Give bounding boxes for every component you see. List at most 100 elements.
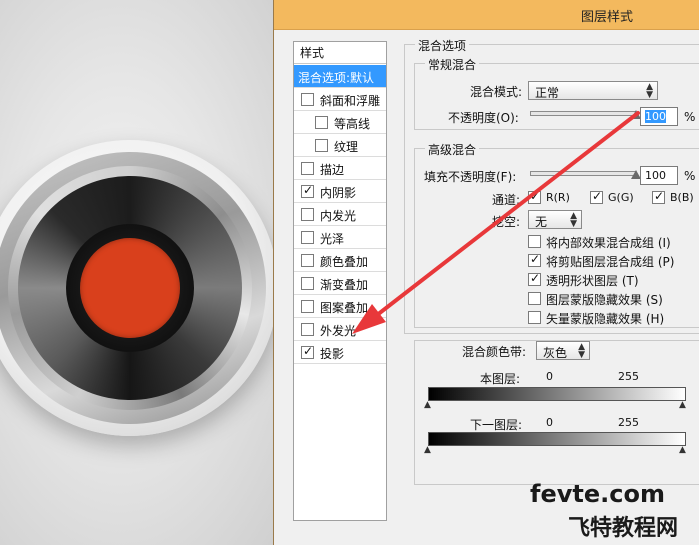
style-item-label: 纹理: [334, 140, 359, 154]
this-layer-min: 0: [546, 370, 553, 383]
layer-mask-hides-effects-checkbox[interactable]: [528, 292, 541, 305]
style-item-label: 图案叠加: [320, 301, 369, 315]
stroke-checkbox[interactable]: [301, 162, 314, 175]
watermark-url: fevte.com: [530, 480, 665, 508]
transparency-shapes-layer-checkbox[interactable]: [528, 271, 541, 286]
blend-interior-effects-checkbox[interactable]: [528, 235, 541, 248]
styles-header[interactable]: 样式: [294, 42, 386, 64]
inner-glow-checkbox[interactable]: [301, 208, 314, 221]
pattern-overlay-checkbox[interactable]: [301, 300, 314, 313]
watermark-site-name: 飞特教程网: [568, 516, 679, 541]
updown-arrow-icon: ▲ ▼: [570, 211, 577, 229]
blending-options-title: 混合选项: [415, 37, 470, 54]
outer-glow-checkbox[interactable]: [301, 323, 314, 336]
style-item-inner-shadow[interactable]: 内阴影: [294, 180, 386, 203]
fill-opacity-unit: %: [684, 169, 696, 183]
blend-if-value: 灰色: [543, 346, 568, 360]
this-layer-black-slider[interactable]: ▲: [424, 400, 431, 410]
knockout-value: 无: [535, 215, 548, 229]
vector-mask-hides-effects-checkbox[interactable]: [528, 311, 541, 324]
style-item-gradient-overlay[interactable]: 渐变叠加: [294, 272, 386, 295]
style-item-outer-glow[interactable]: 外发光: [294, 318, 386, 341]
opacity-unit: %: [684, 110, 696, 124]
style-item-satin[interactable]: 光泽: [294, 226, 386, 249]
dial-artwork: [0, 140, 278, 436]
underlying-layer-label: 下一图层:: [470, 418, 523, 432]
style-item-blending-options[interactable]: 混合选项:默认: [294, 65, 386, 88]
blend-clipped-layers-checkbox[interactable]: [528, 252, 541, 267]
channel-g-checkbox[interactable]: [590, 189, 603, 204]
dial-center-button: [80, 238, 180, 338]
blend-mode-value: 正常: [535, 86, 560, 100]
blend-clipped-layers-label: 将剪贴图层混合成组 (P): [546, 255, 675, 269]
drop-shadow-checkbox[interactable]: [301, 344, 314, 359]
style-item-label: 投影: [320, 347, 345, 361]
transparency-shapes-layer-label: 透明形状图层 (T): [546, 274, 639, 288]
opacity-slider[interactable]: [530, 111, 636, 116]
contour-checkbox[interactable]: [315, 116, 328, 129]
channel-r-label: R(R): [546, 191, 570, 204]
satin-checkbox[interactable]: [301, 231, 314, 244]
underlying-layer-black-slider[interactable]: ▲: [424, 445, 431, 455]
dialog-titlebar[interactable]: 图层样式: [274, 0, 699, 30]
style-item-label: 颜色叠加: [320, 255, 369, 269]
style-item-drop-shadow[interactable]: 投影: [294, 341, 386, 364]
vector-mask-hides-effects-label: 矢量蒙版隐藏效果 (H): [546, 312, 665, 326]
style-item-color-overlay[interactable]: 颜色叠加: [294, 249, 386, 272]
fill-opacity-slider[interactable]: [530, 171, 636, 176]
opacity-value: 100: [645, 110, 666, 123]
opacity-label: 不透明度(O):: [448, 111, 519, 125]
channel-g-label: G(G): [608, 191, 634, 204]
underlying-layer-white-slider[interactable]: ▲: [679, 445, 686, 455]
style-item-bevel-emboss[interactable]: 斜面和浮雕: [294, 88, 386, 111]
inner-shadow-checkbox[interactable]: [301, 183, 314, 198]
channel-b-checkbox[interactable]: [652, 189, 665, 204]
style-item-label: 光泽: [320, 232, 345, 246]
bevel-emboss-checkbox[interactable]: [301, 93, 314, 106]
document-canvas: [0, 0, 280, 545]
channel-b-label: B(B): [670, 191, 694, 204]
style-item-label: 内阴影: [320, 186, 357, 200]
dialog-title: 图层样式: [580, 10, 633, 25]
blend-interior-effects-label: 将内部效果混合成组 (I): [546, 236, 671, 250]
updown-arrow-icon: ▲ ▼: [578, 342, 585, 360]
underlying-layer-gradient[interactable]: [428, 432, 686, 446]
advanced-blending-title: 高级混合: [425, 141, 480, 158]
color-overlay-checkbox[interactable]: [301, 254, 314, 267]
style-item-pattern-overlay[interactable]: 图案叠加: [294, 295, 386, 318]
style-item-label: 等高线: [334, 117, 371, 131]
style-item-label: 内发光: [320, 209, 357, 223]
knockout-select[interactable]: 无 ▲ ▼: [528, 210, 582, 229]
underlying-layer-max: 255: [618, 416, 639, 429]
style-item-inner-glow[interactable]: 内发光: [294, 203, 386, 226]
texture-checkbox[interactable]: [315, 139, 328, 152]
updown-arrow-icon: ▲ ▼: [646, 82, 653, 100]
this-layer-label: 本图层:: [480, 372, 521, 386]
this-layer-gradient[interactable]: [428, 387, 686, 401]
blend-mode-select[interactable]: 正常 ▲ ▼: [528, 81, 658, 100]
blend-if-select[interactable]: 灰色 ▲ ▼: [536, 341, 590, 360]
layer-mask-hides-effects-label: 图层蒙版隐藏效果 (S): [546, 293, 663, 307]
style-item-label: 渐变叠加: [320, 278, 369, 292]
opacity-input[interactable]: 100: [640, 107, 678, 126]
blend-mode-label: 混合模式:: [470, 85, 523, 99]
style-item-stroke[interactable]: 描边: [294, 157, 386, 180]
fill-opacity-input[interactable]: 100: [640, 166, 678, 185]
channels-label: 通道:: [492, 193, 521, 207]
style-item-contour[interactable]: 等高线: [294, 111, 386, 134]
fill-opacity-value: 100: [645, 169, 666, 182]
style-item-label: 外发光: [320, 324, 357, 338]
style-item-label: 混合选项:默认: [298, 71, 375, 85]
style-item-label: 斜面和浮雕: [320, 94, 381, 108]
style-item-texture[interactable]: 纹理: [294, 134, 386, 157]
this-layer-white-slider[interactable]: ▲: [679, 400, 686, 410]
styles-list: 样式 混合选项:默认 斜面和浮雕 等高线 纹理 描边 内阴: [293, 41, 387, 521]
this-layer-max: 255: [618, 370, 639, 383]
style-item-label: 描边: [320, 163, 345, 177]
knockout-label: 挖空:: [492, 215, 521, 229]
fill-opacity-label: 填充不透明度(F):: [424, 170, 517, 184]
underlying-layer-min: 0: [546, 416, 553, 429]
channel-r-checkbox[interactable]: [528, 189, 541, 204]
dialog-body: 样式 混合选项:默认 斜面和浮雕 等高线 纹理 描边 内阴: [280, 30, 699, 545]
gradient-overlay-checkbox[interactable]: [301, 277, 314, 290]
